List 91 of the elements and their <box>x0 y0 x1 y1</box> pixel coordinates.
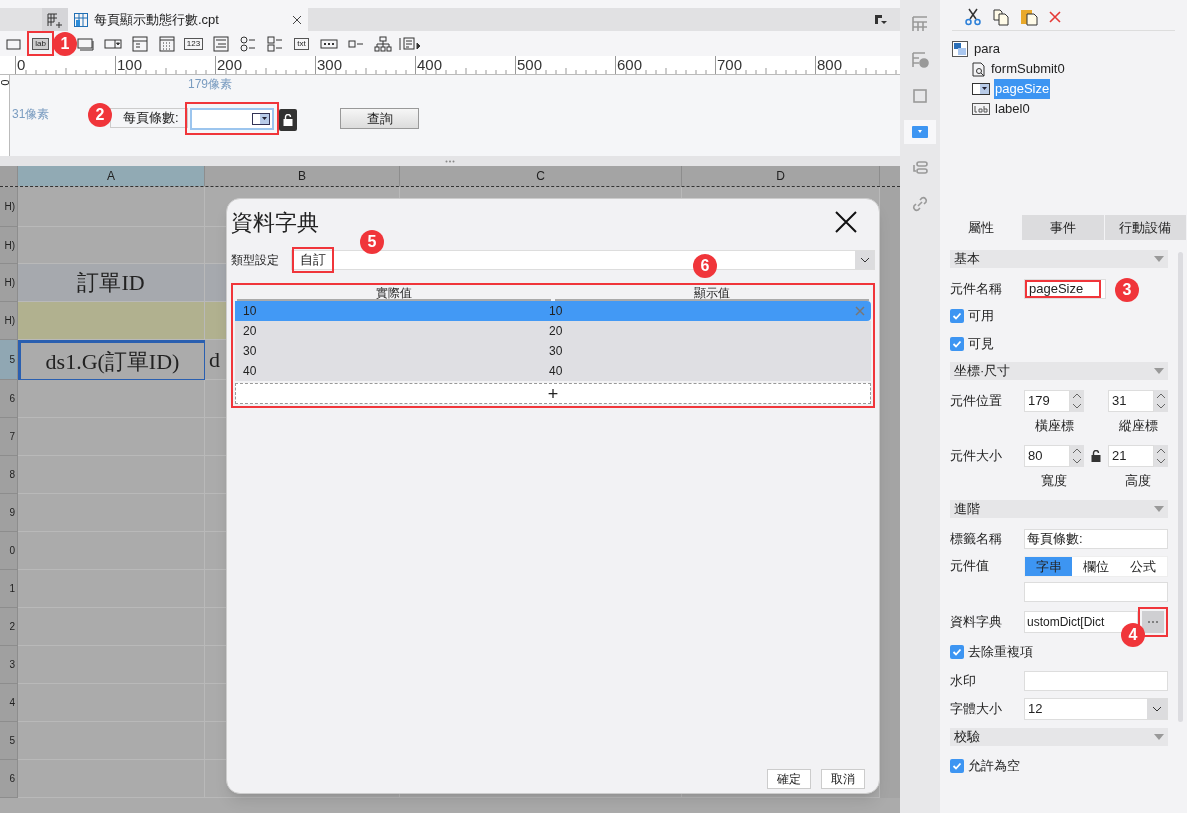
ruler-number: 500 <box>517 57 543 72</box>
field-value: 每頁條數: <box>1027 530 1083 549</box>
row-header[interactable]: H) <box>0 302 18 340</box>
table-cell-text: 40 <box>549 363 564 380</box>
ruler-number: 100 <box>117 57 143 72</box>
toolbar-button[interactable]: txt <box>291 33 312 54</box>
row-header[interactable]: 1 <box>0 570 18 608</box>
tree-item[interactable]: formSubmit0 <box>990 59 1066 79</box>
table-cell-text: 20 <box>549 323 564 340</box>
dropdown-field[interactable]: 12 <box>1024 698 1168 720</box>
column-header[interactable]: A <box>18 166 205 186</box>
property-label: 元件位置 <box>950 392 1003 411</box>
property-label: 字體大小 <box>950 700 1003 719</box>
ruler-number: 600 <box>617 57 643 72</box>
dialog-button[interactable]: 確定 <box>767 769 811 789</box>
table-cell-text: 30 <box>549 343 564 360</box>
checkbox-label: 可見 <box>968 335 994 354</box>
section-header[interactable]: 坐標·尺寸 <box>950 362 1168 380</box>
section-header[interactable]: 基本 <box>950 250 1168 268</box>
table-cell[interactable]: ds1.G(訂單ID) <box>18 340 205 380</box>
table-cell-text: 40 <box>242 363 258 380</box>
measure-label: 31像素 <box>12 106 50 123</box>
number-field[interactable]: 80 <box>1024 445 1070 467</box>
table-row[interactable]: 10 10 <box>235 301 871 321</box>
column-header[interactable]: D <box>682 166 880 186</box>
table-row[interactable]: 30 30 <box>235 341 871 361</box>
row-header[interactable]: 4 <box>0 684 18 722</box>
table-cell-text: 10 <box>242 303 258 320</box>
row-header[interactable]: 6 <box>0 380 18 418</box>
query-button[interactable]: 查詢 <box>340 108 419 129</box>
section-header[interactable]: 校驗 <box>950 728 1168 746</box>
table-cell[interactable]: 訂單ID <box>18 264 205 302</box>
section-header[interactable]: 進階 <box>950 500 1168 518</box>
property-label: 標籤名稱 <box>950 530 1003 549</box>
ruler-number: 800 <box>817 57 843 72</box>
checkbox-label: 可用 <box>968 307 994 326</box>
field-value: pageSize <box>1029 280 1084 299</box>
field-label: 類型設定 <box>231 252 279 269</box>
segment-tab[interactable]: 字串 <box>1025 557 1073 576</box>
tree-item[interactable]: label0 <box>994 99 1031 119</box>
text-field[interactable]: 每頁條數: <box>1024 529 1168 549</box>
checkbox-label: 去除重複項 <box>968 643 1033 662</box>
property-label: 資料字典 <box>950 613 1003 632</box>
row-header[interactable]: 7 <box>0 418 18 456</box>
column-header[interactable]: C <box>400 166 682 186</box>
number-field[interactable]: 179 <box>1024 390 1070 412</box>
table-cell-text: 20 <box>242 323 258 340</box>
row-header[interactable]: 5 <box>0 340 18 380</box>
row-header[interactable]: 8 <box>0 456 18 494</box>
table-row[interactable]: 20 20 <box>235 321 871 341</box>
table-cell-text: 10 <box>549 303 564 320</box>
property-label: 元件名稱 <box>950 280 1003 299</box>
row-header[interactable]: 3 <box>0 646 18 684</box>
number-field[interactable]: 31 <box>1108 390 1154 412</box>
field-caption: 橫座標 <box>1033 417 1075 436</box>
dropdown-value: 自訂 <box>300 251 326 270</box>
ruler-number: 0 <box>0 79 10 86</box>
dialog-button[interactable]: 取消 <box>821 769 865 789</box>
tree-item[interactable]: para <box>974 39 1001 59</box>
ruler-number: 700 <box>717 57 743 72</box>
text-field[interactable]: pageSize <box>1024 279 1106 299</box>
field-caption: 縱座標 <box>1117 417 1159 436</box>
row-header[interactable]: H) <box>0 227 18 264</box>
property-label: 水印 <box>950 672 977 691</box>
row-header[interactable]: 5 <box>0 722 18 760</box>
field-caption: 寬度 <box>1040 472 1068 491</box>
table-row[interactable]: 40 40 <box>235 361 871 381</box>
row-header[interactable]: H) <box>0 264 18 302</box>
property-label: 元件值 <box>950 557 990 575</box>
measure-label: 179像素 <box>188 76 233 93</box>
add-row-button[interactable]: + <box>235 383 871 404</box>
ruler-number: 0 <box>17 57 26 72</box>
field-caption: 高度 <box>1124 472 1152 491</box>
dialog-title: 資料字典 <box>231 208 320 237</box>
row-header[interactable]: 6 <box>0 760 18 798</box>
file-tab[interactable]: 每頁顯示動態行數.cpt <box>68 8 308 31</box>
ruler-number: 400 <box>417 57 443 72</box>
number-field[interactable]: 21 <box>1108 445 1154 467</box>
panel-tab[interactable]: 行動設備 <box>1104 215 1187 240</box>
column-header[interactable]: B <box>205 166 400 186</box>
checkbox-label: 允許為空 <box>968 757 1020 776</box>
row-header[interactable]: 0 <box>0 532 18 570</box>
row-header[interactable]: H) <box>0 187 18 227</box>
tab-title: 每頁顯示動態行數.cpt <box>94 10 220 29</box>
table-cell-text: 30 <box>242 343 258 360</box>
panel-tab[interactable]: 事件 <box>1022 215 1105 240</box>
ruler-number: 300 <box>317 57 343 72</box>
property-label: 元件大小 <box>950 447 1003 466</box>
row-header[interactable]: 9 <box>0 494 18 532</box>
row-header[interactable]: 2 <box>0 608 18 646</box>
ruler-number: 200 <box>217 57 243 72</box>
